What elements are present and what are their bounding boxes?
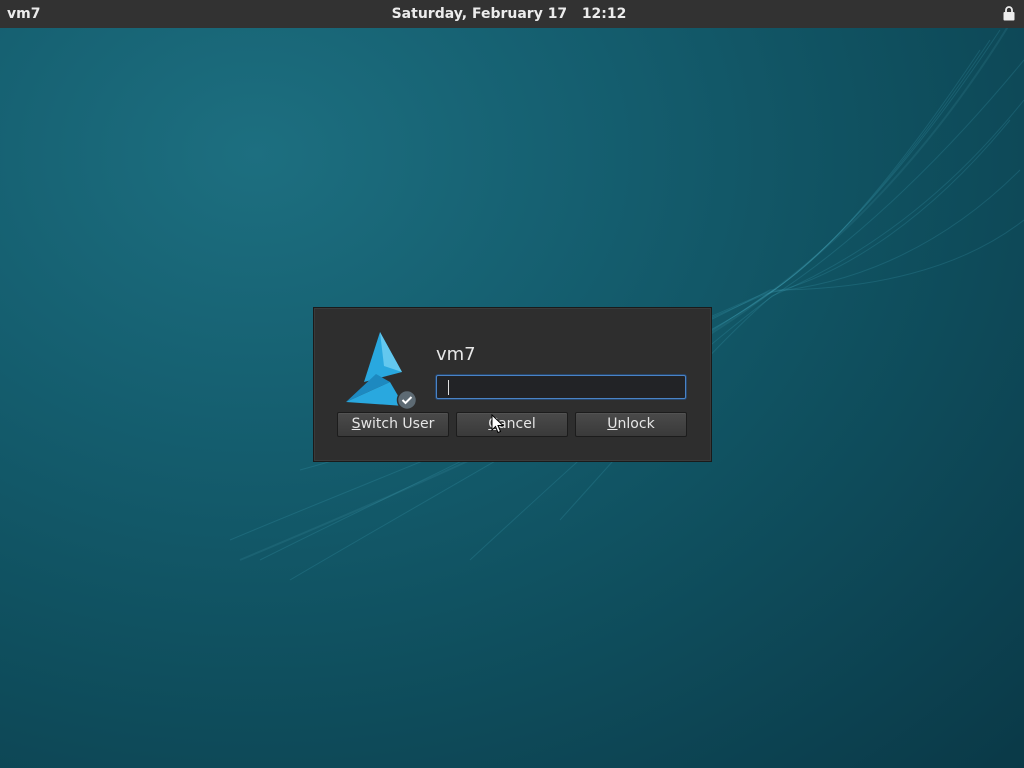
lock-screen: vm7 Saturday, February 17 12:12 vm7 Swit… [0,0,1024,768]
password-input[interactable] [436,375,686,399]
cancel-button[interactable]: Cancel [456,412,568,437]
clock-date: Saturday, February 17 [391,6,568,22]
lock-icon [1003,6,1015,21]
checkmark-badge-icon [396,389,418,411]
unlock-button[interactable]: Unlock [575,412,687,437]
clock-time: 12:12 [581,6,627,22]
text-caret [448,380,449,395]
unlock-dialog: vm7 Switch User Cancel Unlock [313,307,712,462]
top-panel: vm7 Saturday, February 17 12:12 [0,0,1024,28]
mouse-pointer-icon [491,414,505,434]
username-label: vm7 [436,344,476,365]
distro-logo-icon [346,332,418,411]
switch-user-button[interactable]: Switch User [337,412,449,437]
clock: Saturday, February 17 12:12 [0,6,1018,22]
